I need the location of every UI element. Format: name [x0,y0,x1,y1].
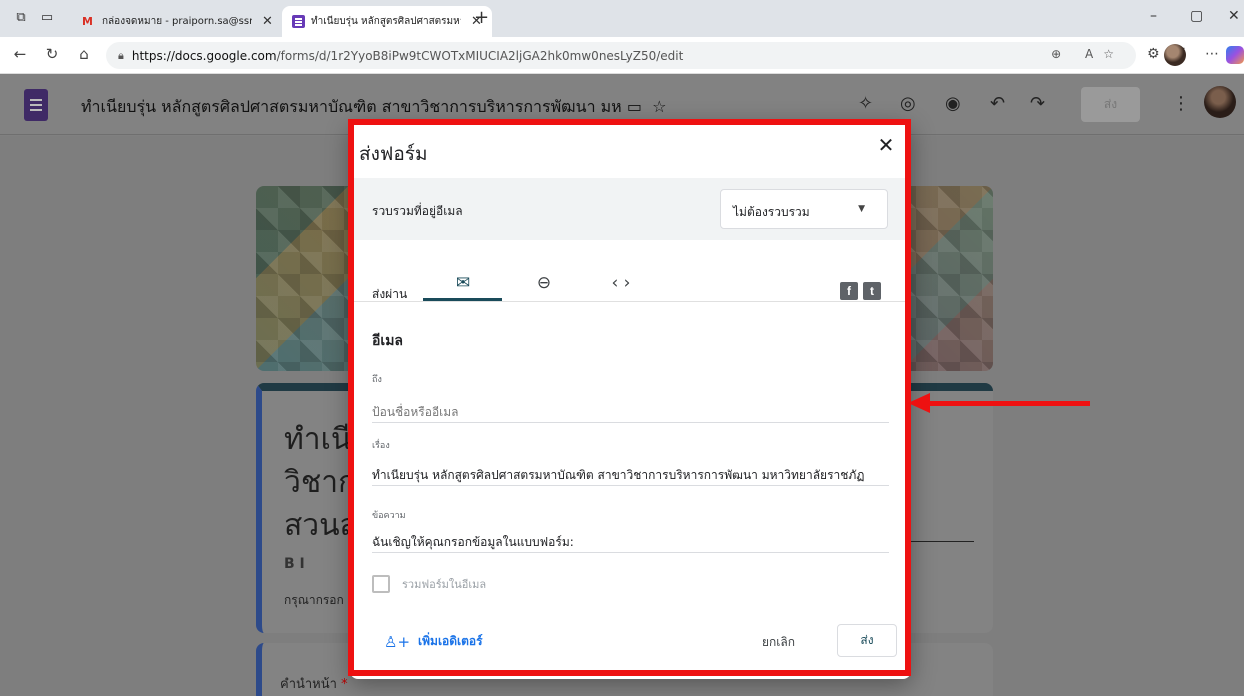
include-form-checkbox[interactable] [372,575,390,593]
extensions-icon[interactable]: ⚙ [1147,46,1160,62]
form-title-line: สวนสุ [284,508,358,543]
include-form-label: รวมฟอร์มในอีเมล [402,578,487,591]
twitter-icon[interactable]: t [863,282,881,300]
tab-forms[interactable]: ทำเนียบรุ่น หลักสูตรศิลปศาสตรมหาบัณ ✕ [282,6,492,37]
subject-label: เรื่อง [372,441,390,451]
minimize-icon[interactable]: – [1150,8,1157,24]
browser-profile-avatar[interactable] [1164,44,1186,66]
message-label: ข้อความ [372,511,406,521]
chevron-down-icon: ▼ [858,204,865,214]
annotation-arrow-shaft [928,401,1090,406]
back-icon[interactable]: ← [10,45,30,63]
preview-eye-icon[interactable]: ◉ [945,93,961,114]
message-field[interactable]: ฉันเชิญให้คุณกรอกข้อมูลในแบบฟอร์ม: [372,527,889,553]
add-editor-button[interactable]: ♙+ เพิ่มเอดิเตอร์ [384,632,483,651]
window-close-icon[interactable]: ✕ [1228,8,1240,24]
header-send-button[interactable]: ส่ง [1081,87,1140,122]
close-icon[interactable]: ✕ [874,133,898,157]
form-title-line: วิชาก [284,465,357,500]
collect-emails-value: ไม่ต้องรวบรวม [733,205,810,219]
tab-gmail[interactable]: M กล่องจดหมาย - praiporn.sa@ssru.ac ✕ [72,6,283,37]
send-button[interactable]: ส่ง [837,624,897,657]
close-tab-icon[interactable]: ✕ [262,14,273,29]
required-mark: * [341,677,348,692]
envelope-icon: ✉ [455,273,471,293]
facebook-icon[interactable]: f [840,282,858,300]
more-menu-icon[interactable]: ⋯ [1205,46,1219,62]
addons-icon[interactable]: ✧ [858,93,873,114]
form-document-title[interactable]: ทำเนียบรุ่น หลักสูตรศิลปศาสตรมหาบัณฑิต ส… [81,95,666,120]
tabs-divider [350,301,911,302]
add-person-icon: ♙+ [384,632,411,651]
tab-title: ทำเนียบรุ่น หลักสูตรศิลปศาสตรมหาบัณ [311,16,461,27]
more-options-icon[interactable]: ⋮ [1172,93,1190,114]
forms-logo-icon[interactable] [24,89,48,121]
add-editor-label: เพิ่มเอดิเตอร์ [418,634,483,648]
cancel-button[interactable]: ยกเลิก [762,633,795,652]
redo-icon[interactable]: ↷ [1030,93,1045,114]
copilot-icon[interactable] [1226,46,1244,64]
browser-tab-strip: ⧉ ▭ M กล่องจดหมาย - praiporn.sa@ssru.ac … [0,0,1244,37]
address-bar-actions[interactable]: ⊕ A☆ [1051,47,1124,61]
tab-title: กล่องจดหมาย - praiporn.sa@ssru.ac [102,16,252,27]
refresh-icon[interactable]: ↻ [42,45,62,63]
email-section-heading: อีเมล [372,333,404,349]
forms-icon [292,15,305,28]
collect-emails-row: รวบรวมที่อยู่อีเมล ไม่ต้องรวบรวม ▼ [350,178,911,240]
format-toolbar[interactable]: B I [284,556,305,572]
send-form-dialog: ส่งฟอร์ม ✕ รวบรวมที่อยู่อีเมล ไม่ต้องรวบ… [350,121,911,679]
tab-actions-icon[interactable]: ▭ [38,9,56,27]
collect-emails-label: รวบรวมที่อยู่อีเมล [372,204,463,218]
to-label: ถึง [372,375,382,385]
new-tab-icon[interactable]: + [474,7,489,28]
collect-emails-select[interactable]: ไม่ต้องรวบรวม ▼ [720,189,888,229]
link-icon: ⊖ [536,273,552,293]
url-field[interactable]: 🔒︎ https://docs.google.com/forms/d/1r2Yy… [106,42,1136,69]
home-icon[interactable]: ⌂ [74,45,94,63]
palette-icon[interactable]: ◎ [900,93,916,114]
tab-send-link[interactable]: ⊖ [505,264,583,302]
star-icon[interactable]: ☆ [652,97,666,116]
site-info-icon[interactable]: 🔒︎ [118,49,124,63]
include-form-row: รวมฟอร์มในอีเมล [372,575,486,593]
tab-send-email[interactable]: ✉ [424,264,502,302]
workspaces-icon[interactable]: ⧉ [12,9,30,27]
form-description[interactable]: กรุณากรอก [284,591,344,610]
annotation-arrow-head [908,393,930,413]
subject-field[interactable]: ทำเนียบรุ่น หลักสูตรศิลปศาสตรมหาบัณฑิต ส… [372,460,889,486]
address-bar-row: ← ↻ ⌂ 🔒︎ https://docs.google.com/forms/d… [0,37,1244,74]
tab-send-embed[interactable]: ‹ › [582,264,660,302]
to-field[interactable]: ป้อนชื่อหรืออีเมล [372,397,889,423]
folder-icon[interactable]: ▭ [627,97,642,116]
account-avatar[interactable] [1204,86,1236,118]
gmail-icon: M [82,15,93,28]
restore-icon[interactable]: ▢ [1190,8,1203,24]
dialog-title: ส่งฟอร์ม [359,143,428,165]
url-host: https://docs.google.com [131,48,277,63]
url-path: /forms/d/1r2YyoB8iPw9tCWOTxMIUCIA2ljGA2h… [276,48,684,63]
question-title: คำนำหน้า * [280,677,348,692]
undo-icon[interactable]: ↶ [990,93,1005,114]
embed-code-icon: ‹ › [611,273,631,293]
